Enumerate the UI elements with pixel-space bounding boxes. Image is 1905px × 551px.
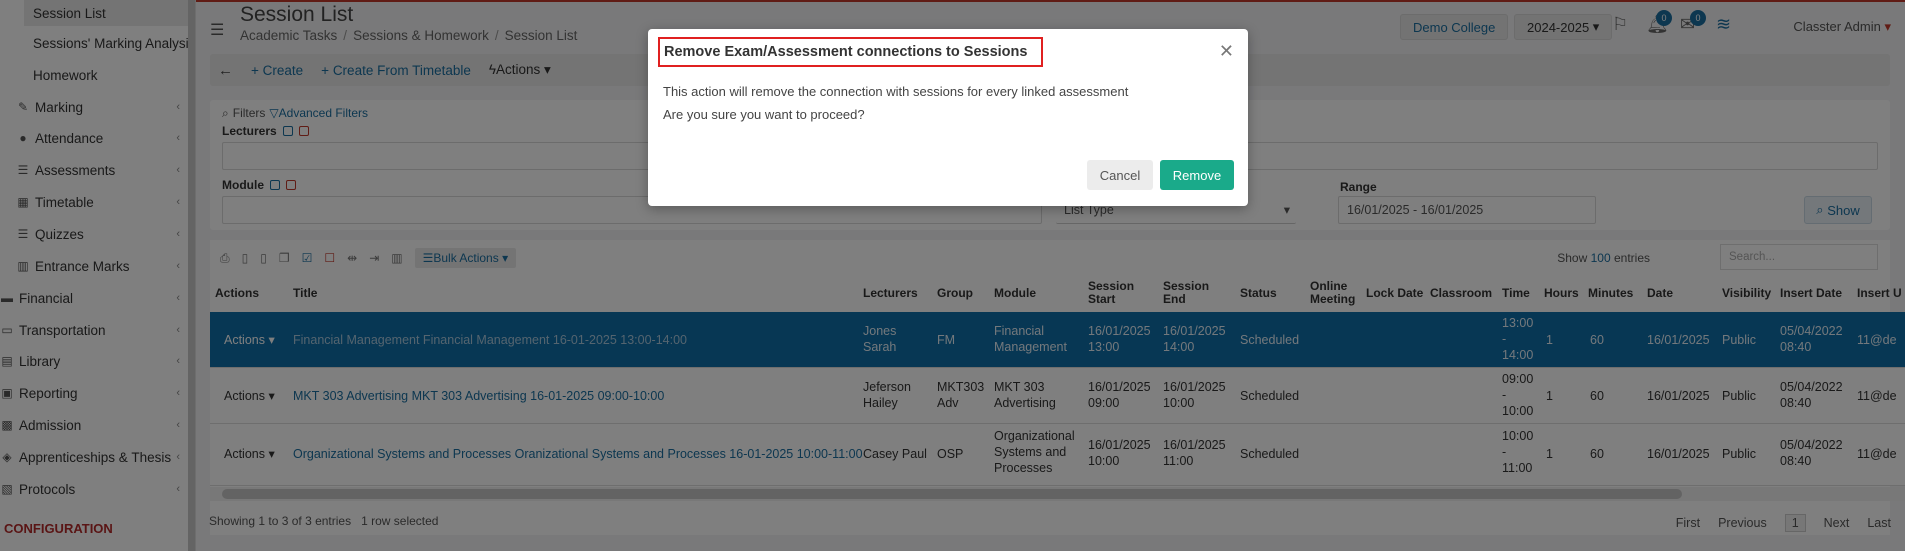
confirm-remove-dialog: Remove Exam/Assessment connections to Se…: [648, 29, 1248, 206]
close-icon[interactable]: ✕: [1219, 41, 1234, 62]
remove-button[interactable]: Remove: [1160, 160, 1234, 190]
dialog-message: This action will remove the connection w…: [663, 84, 1129, 99]
cancel-button[interactable]: Cancel: [1087, 160, 1153, 190]
dialog-title: Remove Exam/Assessment connections to Se…: [658, 37, 1044, 67]
dialog-question: Are you sure you want to proceed?: [663, 107, 865, 122]
